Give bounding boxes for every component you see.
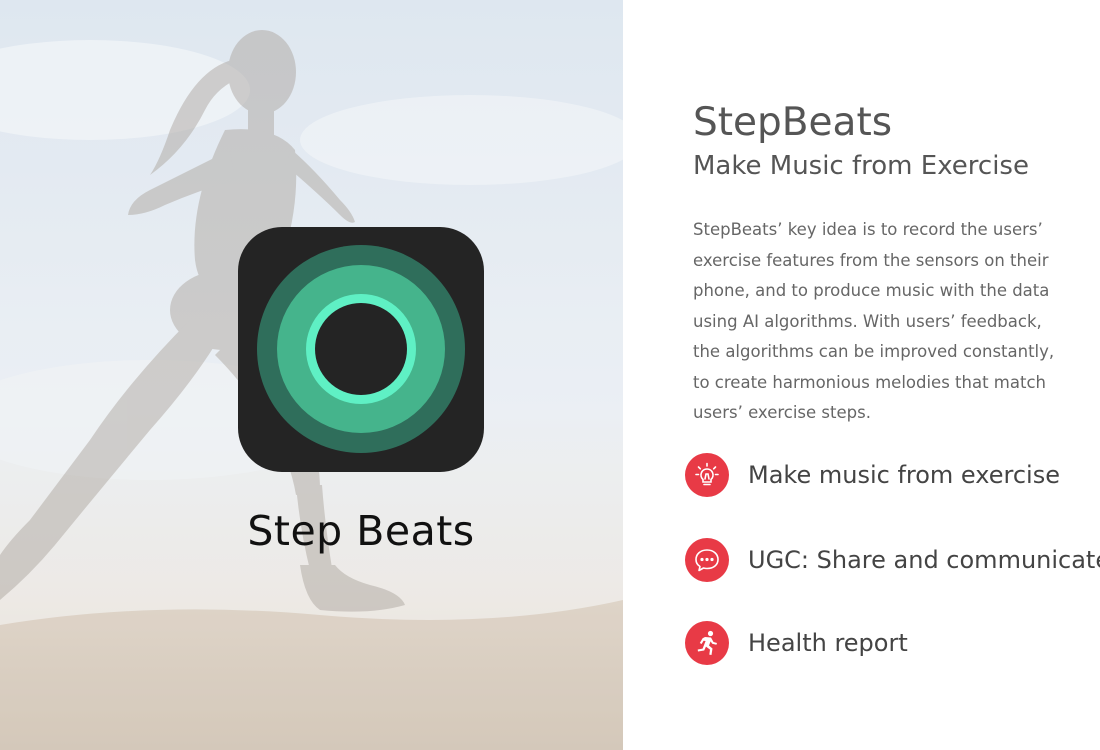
description-line: phone, and to produce music with the dat…	[693, 281, 1050, 300]
concentric-rings-icon	[257, 245, 465, 453]
hero-panel: Step Beats	[0, 0, 623, 750]
feature-health-report: Health report	[685, 620, 908, 666]
description-line: exercise features from the sensors on th…	[693, 250, 1049, 270]
chat-bubble-icon	[685, 538, 729, 582]
runner-icon	[685, 621, 729, 665]
description-paragraph: StepBeats’ key idea is to record the use…	[693, 215, 1085, 429]
description-line: the algorithms can be improved constantl…	[693, 342, 1055, 361]
description-line: to create harmonious melodies that match	[693, 372, 1046, 392]
page-subtitle: Make Music from Exercise	[693, 151, 1029, 181]
description-line: users’ exercise steps.	[693, 403, 871, 422]
feature-make-music: Make music from exercise	[685, 452, 1060, 498]
feature-label: Make music from exercise	[748, 461, 1060, 489]
description-line: using AI algorithms. With users’ feedbac…	[693, 311, 1042, 331]
stepbeats-app-icon	[238, 227, 484, 472]
slide: Step Beats StepBeats Make Music from Exe…	[0, 0, 1100, 750]
description-line: StepBeats’ key idea is to record the use…	[693, 220, 1043, 239]
feature-label: UGC: Share and communicate	[748, 546, 1100, 574]
feature-label: Health report	[748, 629, 908, 657]
lightbulb-icon	[685, 453, 729, 497]
page-title: StepBeats	[693, 100, 893, 145]
brand-name: Step Beats	[247, 507, 475, 555]
feature-ugc: UGC: Share and communicate	[685, 537, 1100, 583]
content-panel: StepBeats Make Music from Exercise StepB…	[623, 0, 1100, 750]
